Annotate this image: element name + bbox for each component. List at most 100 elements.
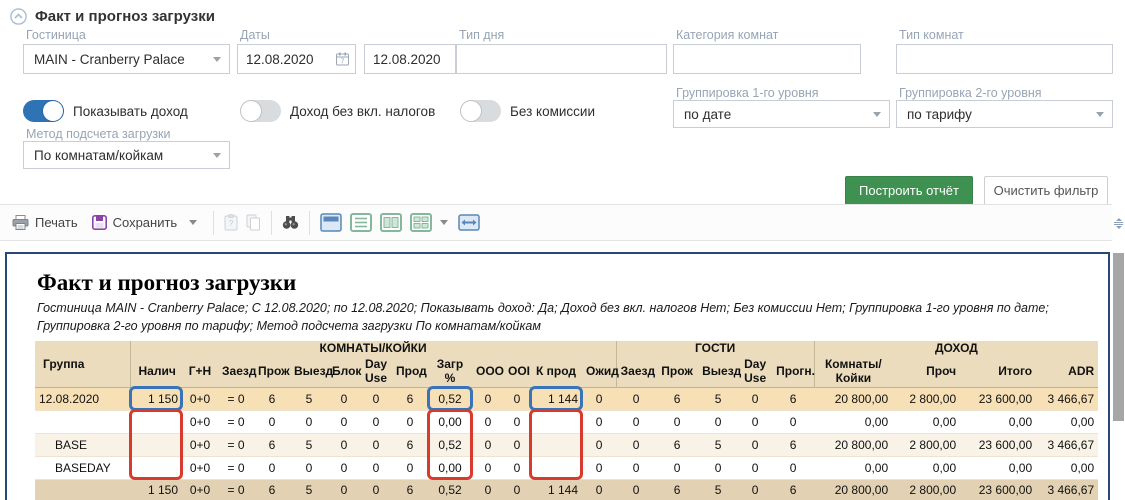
toggle-income-no-tax[interactable]: Доход без вкл. налогов: [240, 100, 435, 122]
table-row: 1 1500+0= 0650060,52001 14400650620 800,…: [35, 479, 1098, 500]
method-select[interactable]: По комнатам/койкам: [23, 141, 230, 169]
toggle-show-income[interactable]: Показывать доход: [23, 100, 188, 122]
table-cell: 6: [656, 387, 698, 410]
table-cell: 0,00: [892, 456, 960, 479]
table-cell: 0: [616, 433, 656, 456]
table-cell: 0: [616, 456, 656, 479]
toggle-switch[interactable]: [240, 100, 281, 122]
table-cell: 0,00: [814, 456, 892, 479]
table-cell: 0: [472, 387, 504, 410]
two-page-view-icon: [380, 213, 402, 232]
column-header: Прож: [656, 356, 698, 387]
table-cell: 0: [504, 387, 530, 410]
table-cell: 6: [772, 479, 814, 500]
clear-filter-button[interactable]: Очистить фильтр: [984, 176, 1108, 205]
room-type-field[interactable]: [896, 44, 1113, 74]
chevron-down-icon: [213, 153, 221, 158]
table-cell: 0: [472, 456, 504, 479]
filter-panel-header: Факт и прогноз загрузки: [10, 8, 215, 25]
paste-button[interactable]: ?: [224, 214, 238, 231]
column-header: Итого: [960, 356, 1036, 387]
column-header: Проч: [892, 356, 960, 387]
day-type-input[interactable]: [457, 45, 666, 73]
copy-button[interactable]: [246, 214, 261, 231]
table-cell: 0: [328, 410, 360, 433]
table-cell: 0: [328, 433, 360, 456]
table-cell: 0: [472, 433, 504, 456]
table-row: BASEDAY0+0= 0000000,00000000000,000,000,…: [35, 456, 1098, 479]
toggle-label: Доход без вкл. налогов: [290, 104, 435, 119]
table-cell: 0: [582, 387, 616, 410]
table-cell: 5: [290, 479, 328, 500]
table-cell: = 0: [218, 410, 254, 433]
table-cell: = 0: [218, 387, 254, 410]
fit-width-button[interactable]: [458, 214, 480, 231]
column-header: ООI: [504, 356, 530, 387]
table-cell: BASEDAY: [35, 456, 130, 479]
column-header: Прож: [254, 356, 290, 387]
grouping1-select[interactable]: по дате: [673, 100, 890, 128]
table-cell: 3 466,67: [1036, 479, 1098, 500]
toggle-no-commission[interactable]: Без комиссии: [460, 100, 595, 122]
date-from-field[interactable]: 7: [237, 44, 356, 74]
room-type-input[interactable]: [897, 45, 1112, 73]
table-cell: 0+0: [182, 456, 218, 479]
chevron-down-icon[interactable]: [440, 220, 448, 225]
calendar-icon[interactable]: 7: [336, 52, 349, 66]
splitter-handle[interactable]: [1113, 218, 1124, 230]
multi-page-view-icon: [410, 213, 432, 232]
day-type-label: Тип дня: [459, 28, 504, 42]
table-cell: 12.08.2020: [35, 387, 130, 410]
room-category-field[interactable]: [673, 44, 861, 74]
date-from-input[interactable]: [238, 45, 336, 73]
room-category-input[interactable]: [674, 45, 860, 73]
build-report-button[interactable]: Построить отчёт: [845, 176, 973, 205]
table-cell: 23 600,00: [960, 433, 1036, 456]
single-page-view-button[interactable]: [350, 213, 372, 232]
grouping2-select[interactable]: по тарифу: [896, 100, 1113, 128]
table-cell: 1 144: [530, 387, 582, 410]
table-cell: 0: [504, 456, 530, 479]
save-button[interactable]: Сохранить: [92, 215, 198, 230]
save-label: Сохранить: [113, 215, 178, 230]
column-header: Налич: [130, 356, 182, 387]
report-table: ГруппаКОМНАТЫ/КОЙКИГОСТИДОХОДНаличГ+НЗае…: [35, 341, 1098, 500]
find-button[interactable]: [282, 215, 299, 230]
table-cell: [530, 456, 582, 479]
table-cell: 0: [738, 410, 772, 433]
table-cell: 0: [472, 410, 504, 433]
table-cell: 0: [738, 456, 772, 479]
multi-page-view-button[interactable]: [410, 213, 432, 232]
toggle-switch[interactable]: [23, 100, 64, 122]
table-cell: 5: [698, 479, 738, 500]
find-icon: [282, 215, 299, 230]
collapse-panel-icon[interactable]: [10, 8, 27, 25]
table-cell: [530, 410, 582, 433]
table-cell: [35, 479, 130, 500]
vertical-scrollbar[interactable]: [1112, 204, 1125, 500]
table-cell: 2 800,00: [892, 387, 960, 410]
single-page-view-icon: [350, 213, 372, 232]
table-cell: 6: [656, 479, 698, 500]
column-header: Заезд: [616, 356, 656, 387]
toggle-switch[interactable]: [460, 100, 501, 122]
table-cell: = 0: [218, 456, 254, 479]
date-to-input[interactable]: [365, 45, 455, 73]
table-cell: [130, 410, 182, 433]
scrollbar-thumb[interactable]: [1113, 253, 1124, 421]
chevron-down-icon: [189, 220, 197, 225]
hotel-select[interactable]: MAIN - Cranberry Palace: [23, 44, 230, 74]
table-cell: 1 150: [130, 387, 182, 410]
toolbar-separator: [271, 211, 272, 235]
date-to-field[interactable]: [364, 44, 456, 74]
two-page-view-button[interactable]: [380, 213, 402, 232]
column-header: ADR: [1036, 356, 1098, 387]
table-cell: 3 466,67: [1036, 433, 1098, 456]
table-cell: 0: [360, 479, 392, 500]
page-header-view-button[interactable]: [320, 213, 342, 232]
grouping1-select-value: по дате: [684, 107, 731, 122]
table-cell: 0: [254, 456, 290, 479]
print-button[interactable]: Печать: [12, 215, 78, 230]
report-viewer: Факт и прогноз загрузки Гостиница MAIN -…: [5, 252, 1110, 500]
day-type-field[interactable]: [456, 44, 667, 74]
